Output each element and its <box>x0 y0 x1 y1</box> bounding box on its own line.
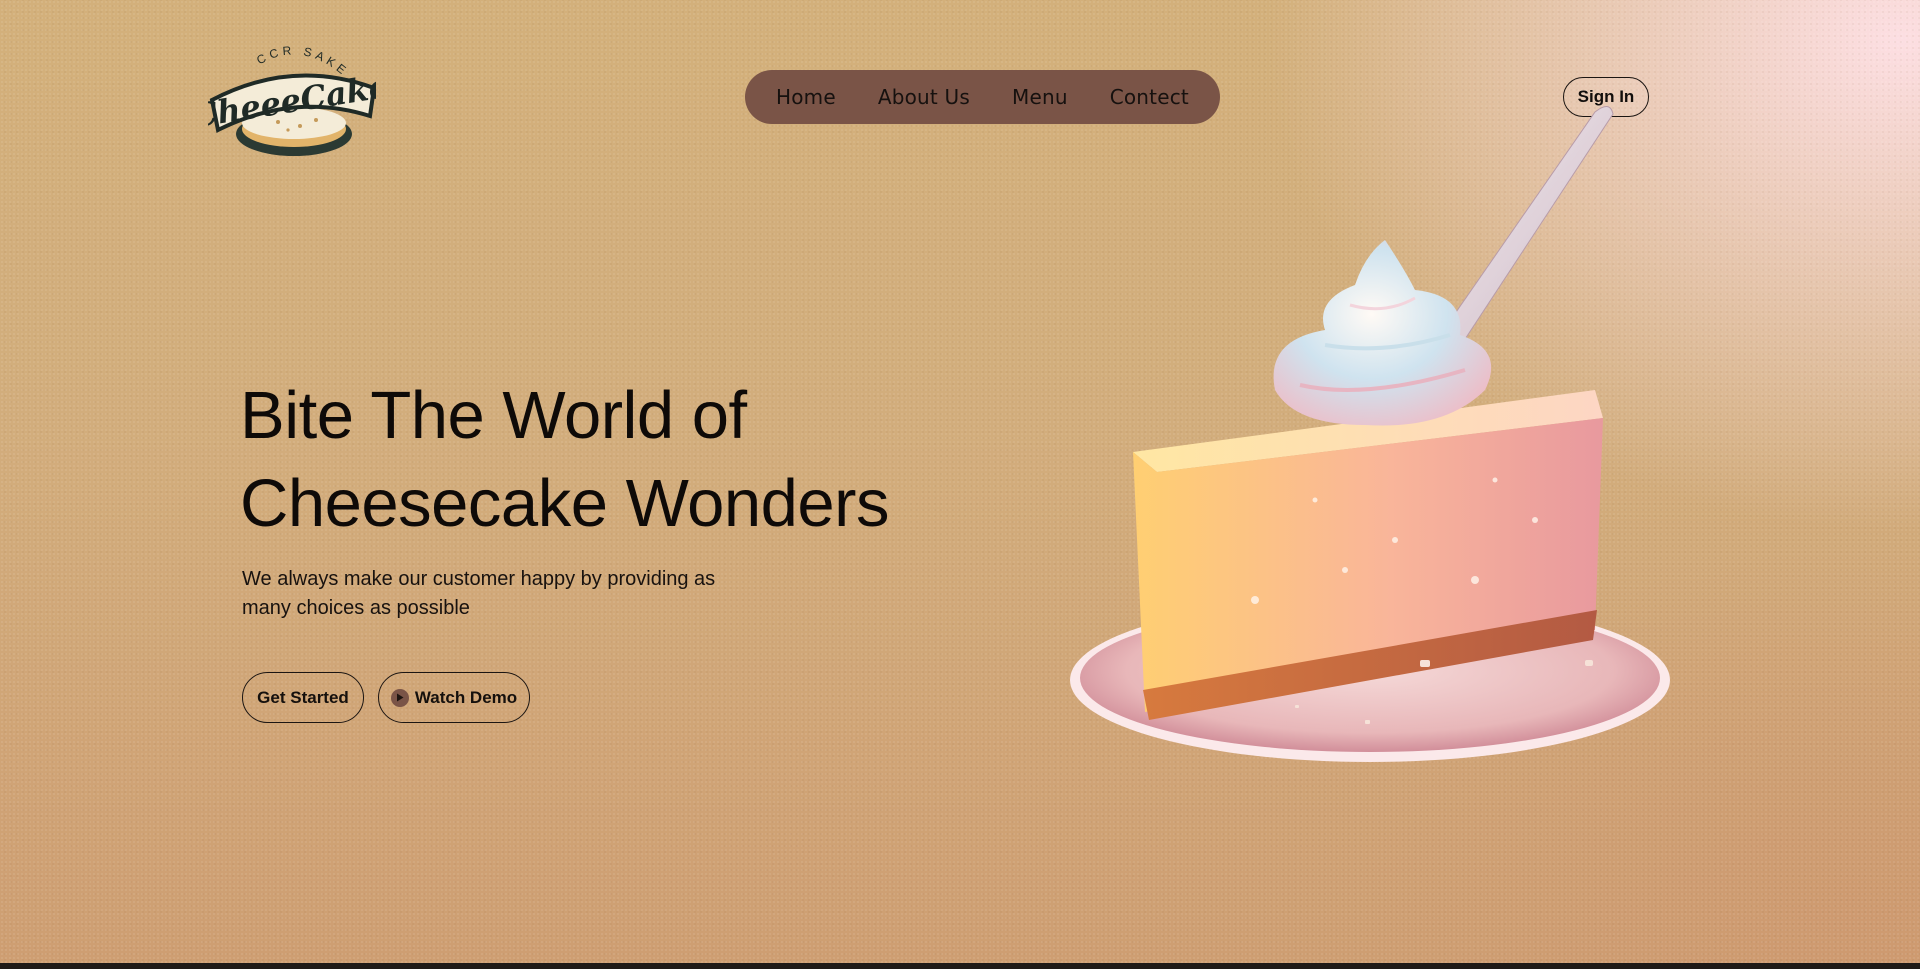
hero-title: Bite The World of Cheesecake Wonders <box>240 372 960 548</box>
brand-logo[interactable]: CCR SAKEE CheeeCake <box>189 19 391 162</box>
cheesecake-image <box>1065 100 1715 780</box>
hero-title-line-1: Bite The World of <box>240 378 747 453</box>
hero-subtitle: We always make our customer happy by pro… <box>242 568 716 619</box>
svg-text:CCR SAKEE: CCR SAKEE <box>208 30 352 79</box>
bottom-divider <box>0 963 1920 966</box>
landing-page: CCR SAKEE CheeeCake Home About Us Menu C… <box>0 0 1920 966</box>
logo-arc-text: CCR SAKEE <box>202 19 348 79</box>
watch-demo-button[interactable]: Watch Demo <box>378 672 530 723</box>
get-started-button[interactable]: Get Started <box>242 672 364 723</box>
hero-title-line-2: Cheesecake Wonders <box>240 466 889 541</box>
nav-item-about-us[interactable]: About Us <box>878 85 970 109</box>
nav-item-home[interactable]: Home <box>776 85 836 109</box>
nav-item-menu[interactable]: Menu <box>1012 85 1068 109</box>
get-started-label: Get Started <box>257 687 349 707</box>
watch-demo-label: Watch Demo <box>414 687 518 707</box>
play-icon <box>390 688 409 707</box>
